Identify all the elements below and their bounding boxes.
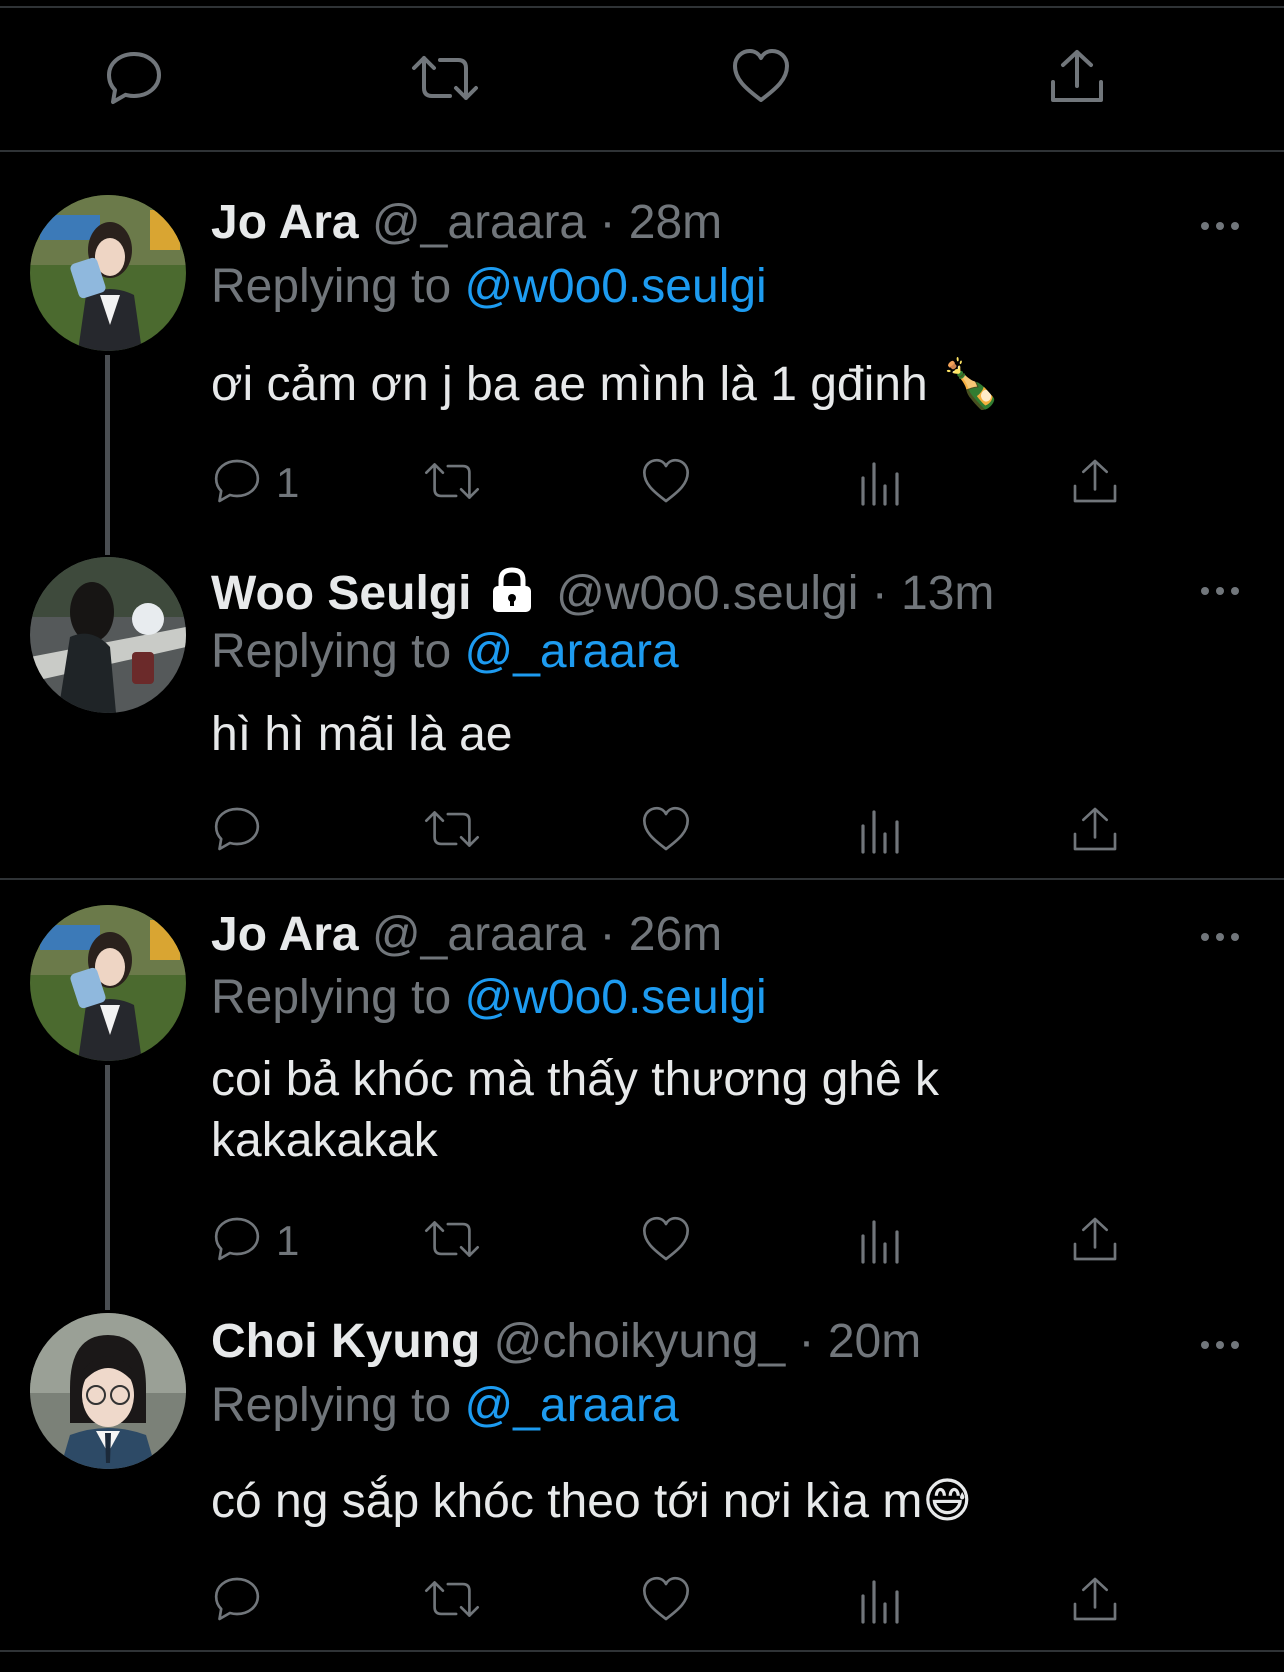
tweet-header: Choi Kyung @choikyung_ · 20m [211, 1314, 921, 1370]
tweet-header: Jo Ara @_araara · 26m [211, 907, 722, 963]
top-divider [0, 6, 1284, 8]
tweet-header: Jo Ara @_araara · 28m [211, 195, 722, 251]
more-icon[interactable] [1200, 220, 1240, 232]
more-icon[interactable] [1200, 1339, 1240, 1351]
reply-icon[interactable] [212, 1574, 262, 1624]
share-icon[interactable] [1070, 1574, 1120, 1624]
display-name[interactable]: Woo Seulgi [211, 567, 471, 620]
mention-link[interactable]: @_araara [464, 625, 678, 678]
retweet-icon[interactable] [410, 48, 480, 108]
avatar[interactable] [30, 195, 186, 351]
tweet-text: có ng sắp khóc theo tới nơi kìa m😅 [211, 1475, 973, 1528]
share-icon[interactable] [1070, 1214, 1120, 1264]
mention-link[interactable]: @_araara [464, 1379, 678, 1432]
reply-icon[interactable] [212, 456, 262, 506]
replying-to: Replying to @w0o0.seulgi [211, 260, 767, 313]
views-icon[interactable] [859, 1214, 903, 1264]
like-icon[interactable] [731, 46, 791, 106]
replying-to: Replying to @_araara [211, 1379, 679, 1432]
retweet-icon[interactable] [423, 1214, 481, 1264]
reply-icon[interactable] [104, 48, 164, 108]
handle-time: @w0o0.seulgi · 13m [556, 567, 995, 620]
retweet-icon[interactable] [423, 804, 481, 854]
like-icon[interactable] [641, 456, 691, 506]
share-icon[interactable] [1070, 804, 1120, 854]
section-divider [0, 878, 1284, 880]
avatar[interactable] [30, 905, 186, 1061]
retweet-icon[interactable] [423, 456, 481, 506]
retweet-icon[interactable] [423, 1574, 481, 1624]
tweet-text: kakakakak [211, 1114, 438, 1167]
display-name[interactable]: Choi Kyung [211, 1315, 480, 1368]
share-icon[interactable] [1047, 46, 1107, 106]
more-icon[interactable] [1200, 585, 1240, 597]
reply-icon[interactable] [212, 804, 262, 854]
reply-count: 1 [276, 1217, 300, 1264]
replying-to: Replying to @w0o0.seulgi [211, 971, 767, 1024]
tweet-text: ơi cảm ơn j ba ae mình là 1 gđinh 🍾 [211, 358, 1001, 411]
tweet-header: Woo Seulgi @w0o0.seulgi · 13m [211, 565, 994, 622]
reply-count: 1 [276, 459, 300, 506]
share-icon[interactable] [1070, 456, 1120, 506]
lock-icon [492, 567, 531, 612]
tweet-text: coi bả khóc mà thấy thương ghê k [211, 1053, 940, 1106]
display-name[interactable]: Jo Ara [211, 908, 359, 961]
like-icon[interactable] [641, 1214, 691, 1264]
like-icon[interactable] [641, 1574, 691, 1624]
views-icon[interactable] [859, 456, 903, 506]
replying-to: Replying to @_araara [211, 625, 679, 678]
like-icon[interactable] [641, 804, 691, 854]
reply-icon[interactable] [212, 1214, 262, 1264]
handle-time: @_araara · 26m [371, 908, 723, 961]
views-icon[interactable] [859, 1574, 903, 1624]
mention-link[interactable]: @w0o0.seulgi [464, 971, 766, 1024]
thread-line [105, 355, 110, 555]
section-divider [0, 150, 1284, 152]
tweet-actions [0, 804, 1284, 864]
tweet-text: hì hì mãi là ae [211, 708, 513, 761]
tweet-actions: 1 [0, 1214, 1284, 1274]
more-icon[interactable] [1200, 931, 1240, 943]
mention-link[interactable]: @w0o0.seulgi [464, 260, 766, 313]
handle-time: @choikyung_ · 20m [493, 1315, 922, 1368]
avatar[interactable] [30, 557, 186, 713]
tweet-actions: 1 [0, 456, 1284, 516]
views-icon[interactable] [859, 804, 903, 854]
section-divider [0, 1650, 1284, 1652]
avatar[interactable] [30, 1313, 186, 1469]
tweet-actions [0, 1574, 1284, 1634]
display-name[interactable]: Jo Ara [211, 196, 359, 249]
handle-time: @_araara · 28m [371, 196, 723, 249]
